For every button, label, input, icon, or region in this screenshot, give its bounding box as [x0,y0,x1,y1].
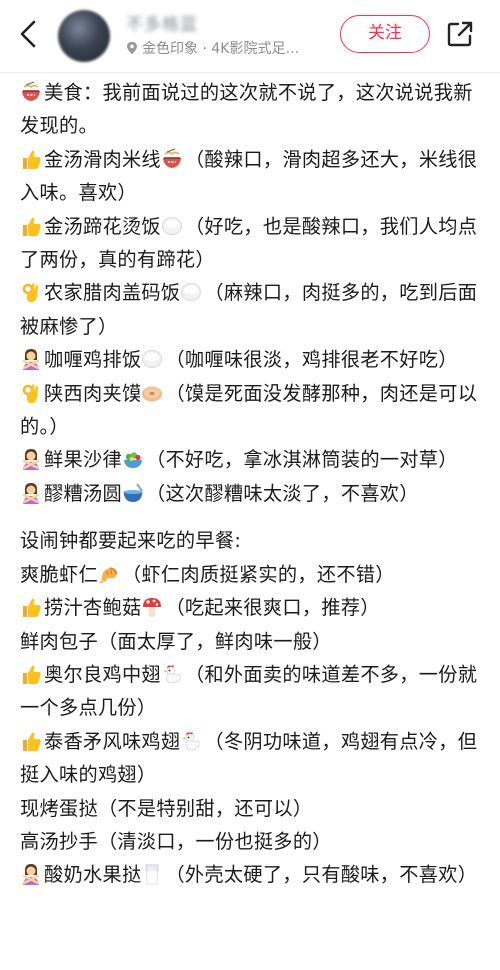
thumbs-up-icon [20,729,42,751]
ok-hand-icon [20,381,42,403]
post-header: 不多格蓝 金色印象 · 4K影院式足… 关注 [0,0,500,72]
paragraph-text: 设闹钟都要起来吃的早餐: [20,529,242,553]
post-paragraph: 设闹钟都要起来吃的早餐: [20,524,482,557]
rice-bowl-icon [161,214,183,236]
post-paragraph: 酸奶水果挞 （外壳太硬了，只有酸味，不喜欢） [20,858,482,891]
chicken-icon [180,729,202,751]
author-name[interactable]: 不多格蓝 [126,10,198,35]
paragraph-text: 酸奶水果挞 [44,863,142,887]
noodle-bowl-icon [161,147,183,169]
person-gesturing-no-icon [20,447,42,471]
paragraph-text: 金汤滑肉米线 [44,147,161,171]
paragraph-text: 奥尔良鸡中翅 [44,662,161,686]
post-body: 美食：我前面说过的这次就不说了，这次说说我新发现的。 金汤滑肉米线 （酸辣口，滑肉超… [20,76,482,892]
paragraph-text: 爽脆虾仁 [20,562,98,586]
paragraph-text: 捞汁杏鲍菇 [44,596,142,620]
paragraph-text-tail: （咖喱味很淡，鸡排很老不好吃） [165,348,458,372]
thumbs-up-icon [20,147,42,169]
soup-bowl-icon [122,481,144,503]
follow-button[interactable]: 关注 [340,15,430,53]
thumbs-up-icon [20,595,42,618]
post-paragraph: 美食：我前面说过的这次就不说了，这次说说我新发现的。 [20,76,482,143]
paragraph-text-tail: （外壳太硬了，只有酸味，不喜欢） [165,863,478,887]
paragraph-text-tail: （虾仁肉质挺紧实的，还不错） [121,562,395,586]
location-tag[interactable]: 金色印象 · 4K影院式足… [126,38,299,58]
location-text: 金色印象 · 4K影院式足… [142,41,300,57]
post-paragraph: 捞汁杏鲍菇 （吃起来很爽口，推荐） [20,591,482,624]
person-gesturing-no-icon [20,347,42,371]
paragraph-text: 泰香矛风味鸡翅 [44,729,181,753]
mushroom-icon [141,595,163,617]
post-paragraph: 金汤滑肉米线 （酸辣口，滑肉超多还大，米线很入味。喜欢） [20,143,482,210]
noodle-bowl-icon [20,80,42,102]
paragraph-text: 美食：我前面说过的这次就不说了，这次说说我新发现的。 [20,81,473,138]
bagel-icon [141,381,163,403]
avatar[interactable] [58,10,110,62]
thumbs-up-icon [20,662,42,684]
back-arrow-icon[interactable] [14,16,44,52]
post-paragraph: 咖喱鸡排饭 （咖喱味很淡，鸡排很老不好吃） [20,343,482,376]
paragraph-text: 高汤抄手（清淡口，一份也挺多的） [20,829,332,853]
paragraph-text: 醪糟汤圆 [44,481,122,505]
salad-icon [122,447,144,469]
post-paragraph: 醪糟汤圆 （这次醪糟味太淡了，不喜欢） [20,477,482,510]
post-paragraph: 鲜肉包子（面太厚了，鲜肉味一般） [20,625,482,658]
paragraph-text: 咖喱鸡排饭 [44,348,142,372]
post-paragraph: 农家腊肉盖码饭 （麻辣口，肉挺多的，吃到后面被麻惨了） [20,276,482,343]
post-paragraph: 陕西肉夹馍 （馍是死面没发酵那种，肉还是可以的。） [20,377,482,444]
post-paragraph: 泰香矛风味鸡翅 （冬阴功味道，鸡翅有点冷，但挺入味的鸡翅） [20,725,482,792]
share-icon[interactable] [446,20,474,48]
chicken-icon [161,662,183,684]
post-paragraph: 金汤蹄花烫饭 （好吃，也是酸辣口，我们人均点了两份，真的有蹄花） [20,210,482,277]
person-gesturing-no-icon [20,862,42,886]
paragraph-text: 鲜肉包子（面太厚了，鲜肉味一般） [20,629,332,653]
paragraph-text-tail: （不好吃，拿冰淇淋筒装的一对草） [145,448,458,472]
paragraph-text: 现烤蛋挞（不是特别甜，还可以） [20,796,313,820]
ok-hand-icon [20,280,42,303]
paragraph-text: 金汤蹄花烫饭 [44,214,161,238]
post-paragraph: 奥尔良鸡中翅 （和外面卖的味道差不多，一份就一个多点几份） [20,658,482,725]
location-pin-icon [127,41,137,55]
post-paragraph: 爽脆虾仁 （虾仁肉质挺紧实的，还不错） [20,558,482,591]
shrimp-icon [98,562,120,584]
rice-bowl-icon [180,280,202,302]
paragraph-text: 农家腊肉盖码饭 [44,281,181,305]
paragraph-text: 陕西肉夹馍 [44,381,142,405]
paragraph-text-tail: （吃起来很爽口，推荐） [165,596,380,620]
person-gesturing-no-icon [20,481,42,504]
paragraph-text: 鲜果沙律 [44,448,122,472]
rice-bowl-icon [141,347,163,369]
post-paragraph: 现烤蛋挞（不是特别甜，还可以） [20,792,482,825]
post-paragraph: 鲜果沙律 （不好吃，拿冰淇淋筒装的一对草） [20,443,482,476]
thumbs-up-icon [20,214,42,236]
milk-glass-icon [141,862,163,885]
paragraph-text-tail: （这次醪糟味太淡了，不喜欢） [145,481,419,505]
header-divider [0,72,500,73]
post-paragraph: 高汤抄手（清淡口，一份也挺多的） [20,825,482,858]
